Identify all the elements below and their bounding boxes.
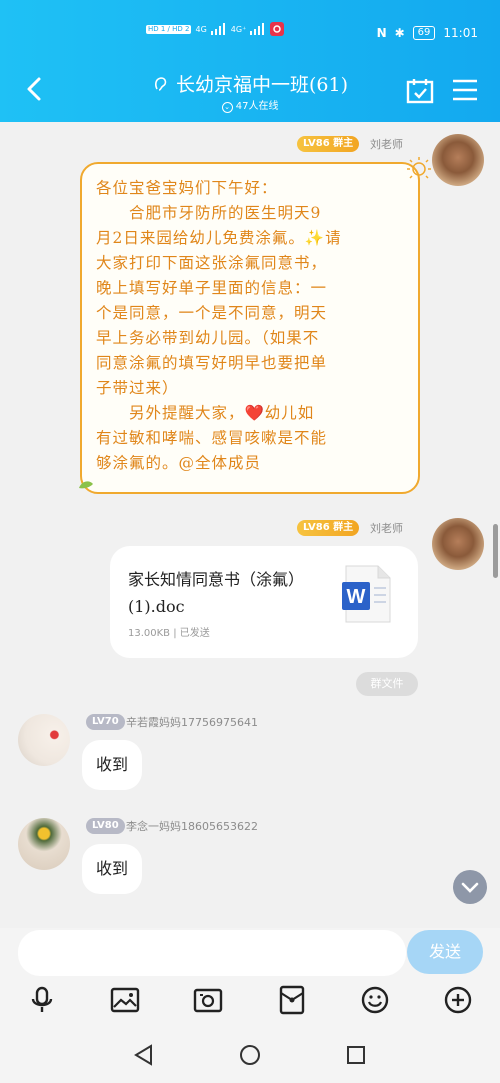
notice-line: 子带过来） [96, 379, 179, 397]
notice-line: 早上务必带到幼儿园。（如果不 [96, 329, 320, 347]
home-circle-icon[interactable] [239, 1044, 261, 1066]
clock: 11:01 [443, 26, 478, 40]
microphone-icon[interactable] [27, 985, 57, 1015]
sender-name: 辛若霞妈妈17756975641 [126, 716, 258, 729]
hd-badge: HD 1 / HD 2 [146, 24, 192, 34]
notice-line: 大家打印下面这张涂氟同意书， [96, 254, 328, 272]
image-icon[interactable] [110, 985, 140, 1015]
word-doc-icon: W [342, 565, 391, 623]
avatar-teacher[interactable] [432, 518, 484, 570]
recents-square-icon[interactable] [345, 1044, 367, 1066]
sender-name: 刘老师 [370, 522, 403, 535]
avatar-member-1[interactable] [18, 714, 70, 766]
svg-text:W: W [347, 586, 366, 608]
signal-icon [210, 23, 225, 35]
back-triangle-icon[interactable] [133, 1044, 155, 1066]
notice-line: 合肥市牙防所的医生明天9 [96, 204, 322, 222]
notice-line: 同意涂氟的填写好明早也要把单 [96, 354, 328, 372]
red-packet-icon[interactable] [277, 985, 307, 1015]
text-bubble[interactable]: 收到 [82, 740, 143, 790]
notice-line: 够涂氟的。@全体成员 [96, 454, 262, 472]
chat-title-text: 长幼京福中一班(61) [175, 74, 348, 96]
calendar-check-icon[interactable] [406, 78, 434, 104]
emoji-icon[interactable] [360, 985, 390, 1015]
notice-line: 各位宝爸宝妈们下午好： [96, 179, 278, 197]
status-bar: HD 1 / HD 2 4G 4G⁺ N ✱ 69 11:01 [0, 22, 500, 50]
avatar-teacher[interactable] [432, 134, 484, 186]
avatar-member-2[interactable] [18, 818, 70, 870]
menu-icon[interactable] [452, 78, 478, 102]
app-notification-icon [270, 22, 285, 36]
file-meta: 13.00KB | 已发送 [128, 628, 210, 639]
sun-sticker-icon [407, 157, 431, 181]
network-label-1: 4G [195, 24, 207, 34]
chevron-down-icon: ⌄ [221, 102, 233, 113]
file-message-card[interactable]: 家长知情同意书（涂氟）(1).doc 13.00KB | 已发送 W [110, 546, 418, 658]
ear-icon [154, 77, 167, 91]
scrollbar[interactable] [493, 524, 498, 578]
signal-icon-2 [250, 23, 265, 35]
level-owner-tag: LV86 群主 [297, 136, 360, 152]
system-nav-bar [0, 1026, 500, 1083]
notice-line: 晚上填写好单子里面的信息：一 [96, 279, 328, 297]
chevron-down-icon [461, 882, 479, 893]
camera-icon[interactable] [193, 985, 223, 1015]
text-bubble[interactable]: 收到 [82, 844, 143, 894]
notice-bubble[interactable]: 各位宝爸宝妈们下午好： 合肥市牙防所的医生明天9 月2日来园给幼儿免费涂氟。✨请… [80, 162, 420, 494]
message-input[interactable] [18, 930, 406, 976]
leaf-sticker-icon [79, 481, 93, 489]
level-tag: LV80 [86, 818, 125, 834]
bluetooth-icon: ✱ [394, 26, 405, 40]
notice-line: 有过敏和哮喘、感冒咳嗽是不能 [96, 429, 328, 447]
notice-line: 另外提醒大家，❤️幼儿如 [96, 404, 315, 422]
notice-line: 月2日来园给幼儿免费涂氟。✨请 [96, 229, 342, 247]
nfc-icon: N [376, 26, 387, 40]
scroll-down-button[interactable] [453, 870, 487, 904]
notice-line: 个是同意，一个是不同意，明天 [96, 304, 328, 322]
level-owner-tag: LV86 群主 [297, 520, 360, 536]
group-file-link[interactable]: 群文件 [356, 672, 418, 696]
title-bar: HD 1 / HD 2 4G 4G⁺ N ✱ 69 11:01 长幼京福中一班(… [0, 0, 500, 122]
battery-indicator: 69 [412, 26, 436, 40]
plus-icon[interactable] [443, 985, 473, 1015]
status-right: N ✱ 69 11:01 [377, 26, 478, 40]
signal-group: HD 1 / HD 2 4G 4G⁺ [146, 22, 285, 36]
file-name: 家长知情同意书（涂氟）(1).doc [128, 570, 305, 616]
sender-name: 李念一妈妈18605653622 [126, 820, 258, 833]
level-tag: LV70 [86, 714, 125, 730]
sender-name: 刘老师 [370, 138, 403, 151]
online-count-text: 47人在线 [235, 101, 279, 112]
network-label-2: 4G⁺ [230, 24, 247, 34]
send-button[interactable]: 发送 [407, 930, 483, 974]
